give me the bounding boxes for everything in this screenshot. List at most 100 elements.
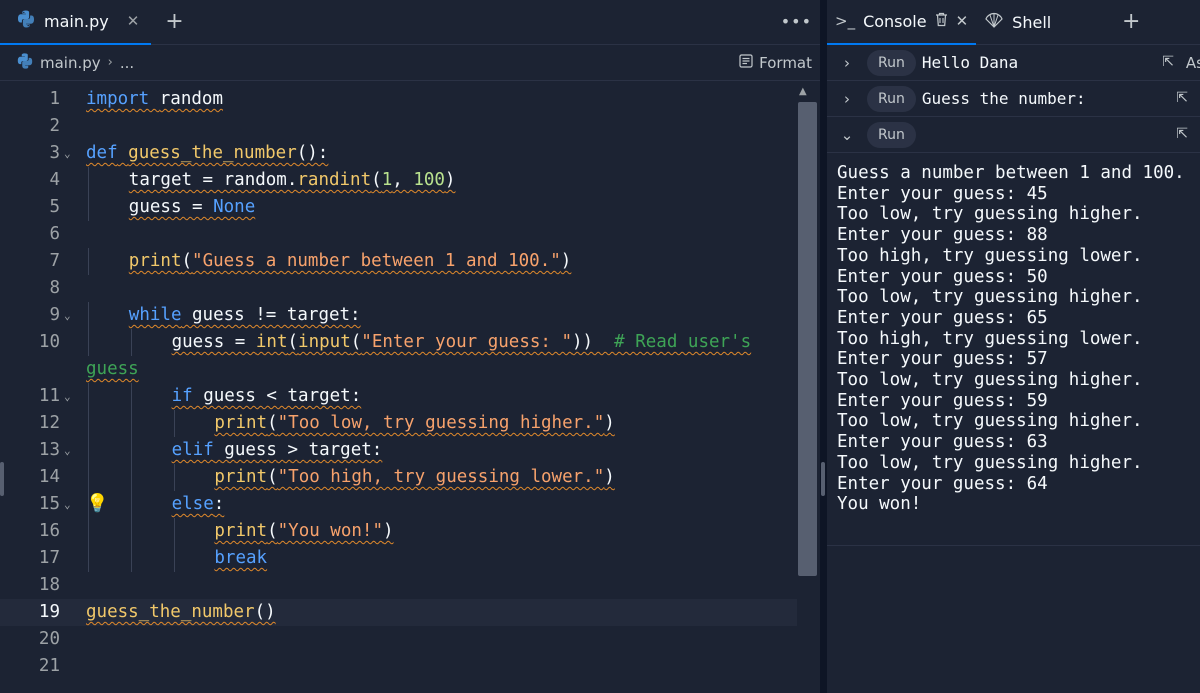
- fold-chevron-icon[interactable]: ⌄: [64, 437, 71, 464]
- code-token: ): [444, 170, 456, 190]
- tab-main-py[interactable]: main.py ✕: [0, 0, 152, 45]
- open-output-icon[interactable]: ⇱: [1176, 126, 1188, 142]
- code-token: def: [86, 143, 118, 163]
- code-token: "Too high, try guessing lower.": [277, 467, 605, 487]
- run-entry[interactable]: › Run Guess the number: ⇱: [827, 81, 1200, 117]
- code-line[interactable]: 8: [0, 275, 797, 302]
- code-line[interactable]: 21: [0, 653, 797, 680]
- code-text: elif guess > target:: [172, 437, 383, 464]
- pane-divider[interactable]: [820, 0, 827, 693]
- line-number: 17: [38, 548, 60, 568]
- scrollbar-thumb[interactable]: [798, 102, 817, 576]
- code-editor[interactable]: 1 import random 2 3 ⌄ def guess_the_number():…: [0, 82, 820, 693]
- run-entry-expanded[interactable]: ⌄ Run ⇱: [827, 117, 1200, 153]
- resize-handle-left[interactable]: [0, 462, 4, 496]
- code-line[interactable]: 20: [0, 626, 797, 653]
- open-output-icon[interactable]: ⇱: [1176, 90, 1188, 106]
- fold-chevron-icon[interactable]: ⌄: [64, 302, 71, 329]
- chevron-right-icon[interactable]: ›: [827, 90, 867, 108]
- code-line[interactable]: 7 print("Guess a number between 1 and 100…: [0, 248, 797, 275]
- code-text: guess: [86, 356, 139, 383]
- scroll-up-arrow-icon[interactable]: ▲: [799, 86, 807, 97]
- lightbulb-icon[interactable]: 💡: [86, 493, 108, 514]
- run-entry[interactable]: › Run Hello Dana ⇱ As: [827, 45, 1200, 81]
- code-token: guess: [86, 359, 139, 379]
- code-token: 1: [381, 170, 393, 190]
- code-line[interactable]: 1 import random: [0, 86, 797, 113]
- editor-pane: main.py ✕ + ••• main.py › ... Format 1 im…: [0, 0, 820, 693]
- line-number: 14: [38, 467, 60, 487]
- chevron-right-icon[interactable]: ›: [827, 54, 867, 72]
- console-output-line: Enter your guess: 45: [837, 183, 1048, 204]
- python-icon: [16, 52, 34, 74]
- indent-guide: [130, 518, 132, 545]
- chevron-down-icon[interactable]: ⌄: [827, 126, 867, 144]
- editor-tab-bar: main.py ✕ + •••: [0, 0, 820, 45]
- code-token: )): [572, 332, 615, 352]
- run-summary: Guess the number:: [921, 89, 1086, 108]
- line-number: 9: [49, 305, 60, 325]
- code-token: target = random.: [128, 170, 298, 190]
- console-output-line: Too low, try guessing higher.: [837, 370, 1143, 391]
- console-output: Guess a number between 1 and 100. Enter y…: [837, 163, 1185, 515]
- resize-handle-middle[interactable]: [821, 462, 825, 496]
- run-summary: Hello Dana: [921, 53, 1019, 72]
- code-line[interactable]: 2: [0, 113, 797, 140]
- code-line[interactable]: 12 print("Too low, try guessing higher."): [0, 410, 797, 437]
- code-line[interactable]: 13 ⌄ elif guess > target:: [0, 437, 797, 464]
- code-line[interactable]: 19 guess_the_number(): [0, 599, 797, 626]
- close-icon[interactable]: ✕: [956, 12, 969, 30]
- code-token: "Enter your guess: ": [361, 332, 572, 352]
- code-line[interactable]: 15 ⌄ else:: [0, 491, 797, 518]
- code-line[interactable]: 17 break: [0, 545, 797, 572]
- code-line[interactable]: 6: [0, 221, 797, 248]
- code-token: ): [560, 251, 572, 271]
- console-output-line: Too low, try guessing higher.: [837, 204, 1143, 225]
- code-token: "Too low, try guessing higher.": [277, 413, 605, 433]
- code-token: random: [159, 89, 223, 109]
- open-output-icon[interactable]: ⇱: [1162, 54, 1174, 70]
- tab-shell[interactable]: Shell: [976, 0, 1059, 45]
- code-line[interactable]: 3 ⌄ def guess_the_number():: [0, 140, 797, 167]
- code-token: break: [214, 548, 268, 568]
- code-token: print: [214, 521, 268, 541]
- code-token: guess != target:: [181, 305, 361, 325]
- fold-chevron-icon[interactable]: ⌄: [64, 140, 71, 167]
- code-line[interactable]: 16 print("You won!"): [0, 518, 797, 545]
- console-output-line: Enter your guess: 63: [837, 432, 1048, 453]
- code-line[interactable]: 18: [0, 572, 797, 599]
- code-token: guess =: [171, 332, 256, 352]
- more-options-icon[interactable]: •••: [781, 12, 812, 31]
- breadcrumb-file[interactable]: main.py: [40, 54, 101, 72]
- code-line[interactable]: 11 ⌄ if guess < target:: [0, 383, 797, 410]
- indent-guide: [88, 464, 89, 491]
- close-icon[interactable]: ✕: [127, 12, 140, 30]
- line-number: 18: [38, 575, 60, 595]
- code-token: (: [267, 467, 278, 487]
- fold-chevron-icon[interactable]: ⌄: [64, 383, 71, 410]
- tab-label: main.py: [44, 11, 109, 31]
- add-tab-icon[interactable]: +: [1122, 11, 1140, 33]
- format-icon: [739, 54, 753, 72]
- tab-console[interactable]: >_ Console ✕: [827, 0, 977, 45]
- indent-guide: [173, 410, 175, 437]
- indent-guide: [88, 302, 89, 329]
- code-line[interactable]: 4 target = random.randint(1, 100): [0, 167, 797, 194]
- code-line[interactable]: guess: [0, 356, 797, 383]
- line-number: 15: [38, 494, 60, 514]
- code-token: ): [604, 467, 615, 487]
- fold-chevron-icon[interactable]: ⌄: [64, 491, 71, 518]
- code-line[interactable]: 10 guess = int(input("Enter your guess: "…: [0, 329, 797, 356]
- indent-guide: [130, 410, 132, 437]
- breadcrumb-more[interactable]: ...: [120, 54, 134, 72]
- code-line[interactable]: 14 print("Too high, try guessing lower."): [0, 464, 797, 491]
- line-number: 11: [38, 386, 60, 406]
- tab-console-label: Console: [863, 11, 927, 31]
- trash-icon[interactable]: [935, 12, 948, 31]
- add-tab-icon[interactable]: +: [165, 11, 183, 33]
- format-button[interactable]: Format: [739, 54, 812, 72]
- code-line[interactable]: 5 guess = None: [0, 194, 797, 221]
- code-line[interactable]: 9 ⌄ while guess != target:: [0, 302, 797, 329]
